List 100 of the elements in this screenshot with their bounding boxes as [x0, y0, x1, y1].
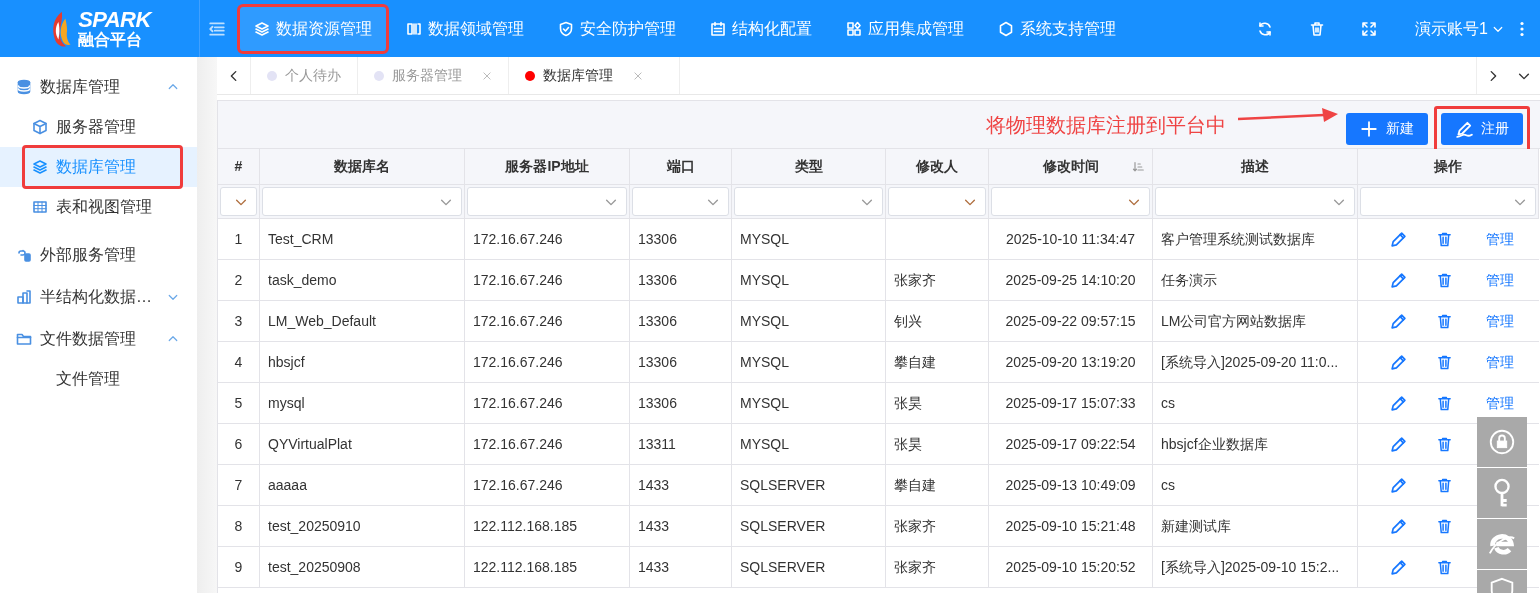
table-cell: 2025-09-10 15:20:52: [989, 547, 1153, 588]
edit-icon[interactable]: [1390, 312, 1407, 330]
plus-icon: [1360, 119, 1378, 138]
delete-icon[interactable]: [1437, 231, 1452, 247]
floating-tool-button[interactable]: [1477, 570, 1527, 593]
delete-icon[interactable]: [1437, 395, 1452, 411]
table-cell: 9: [218, 547, 260, 588]
page-tab[interactable]: 服务器管理: [358, 57, 509, 94]
table-cell: 13306: [630, 383, 732, 424]
table-cell: 172.16.67.246: [465, 219, 630, 260]
delete-icon[interactable]: [1437, 559, 1452, 575]
manage-link[interactable]: 管理: [1486, 269, 1514, 291]
floating-tool-button[interactable]: [1477, 417, 1527, 467]
table-cell: MYSQL: [732, 424, 886, 465]
close-icon[interactable]: [633, 70, 643, 81]
table-cell: 172.16.67.246: [465, 342, 630, 383]
manage-link[interactable]: 管理: [1486, 228, 1514, 250]
sidebar-item[interactable]: 服务器管理: [0, 107, 197, 147]
table-cell: 2025-09-13 10:49:09: [989, 465, 1153, 506]
close-icon[interactable]: [482, 70, 492, 81]
edit-icon[interactable]: [1390, 558, 1407, 576]
sidebar-item[interactable]: 表和视图管理: [0, 187, 197, 227]
new-button[interactable]: 新建: [1346, 112, 1428, 145]
table-cell: 2025-09-10 15:21:48: [989, 506, 1153, 547]
table-cell: 2025-09-17 15:07:33: [989, 383, 1153, 424]
grid-icon: [406, 20, 422, 37]
pen-icon: [1455, 119, 1473, 138]
edit-icon[interactable]: [1390, 435, 1407, 453]
edit-icon[interactable]: [1390, 476, 1407, 494]
table-cell: 122.112.168.185: [465, 547, 630, 588]
menu-collapse-icon[interactable]: [208, 19, 226, 38]
table-cell: [系统导入]2025-09-10 15:2...: [1153, 547, 1358, 588]
user-menu[interactable]: 演示账号1: [1415, 16, 1504, 41]
manage-link[interactable]: 管理: [1486, 392, 1514, 414]
delete-icon[interactable]: [1437, 518, 1452, 534]
table-cell: 1: [218, 219, 260, 260]
delete-icon[interactable]: [1437, 313, 1452, 329]
column-header: 修改时间: [989, 149, 1153, 185]
top-nav-tab[interactable]: 应用集成管理: [832, 6, 978, 51]
edit-icon[interactable]: [1390, 271, 1407, 289]
folder-icon: [16, 331, 32, 347]
edit-icon[interactable]: [1390, 394, 1407, 412]
table-cell: 张家齐: [886, 260, 989, 301]
table-cell: aaaaa: [260, 465, 465, 506]
floating-tool-button[interactable]: [1477, 468, 1527, 518]
sort-icon[interactable]: [1132, 160, 1144, 173]
top-nav-tab[interactable]: 数据领域管理: [392, 6, 538, 51]
top-nav-tab[interactable]: 安全防护管理: [544, 6, 690, 51]
sidebar-item[interactable]: 文件数据管理: [0, 319, 197, 359]
delete-icon[interactable]: [1437, 272, 1452, 288]
table-cell: 攀自建: [886, 342, 989, 383]
page-tab[interactable]: 个人待办: [251, 57, 358, 94]
page-tab[interactable]: 数据库管理: [509, 57, 680, 94]
delete-icon[interactable]: [1437, 477, 1452, 493]
table-cell: 172.16.67.246: [465, 424, 630, 465]
fullscreen-icon[interactable]: [1361, 20, 1378, 37]
trash-icon[interactable]: [1309, 20, 1326, 37]
refresh-icon[interactable]: [1257, 20, 1274, 37]
table-cell: 2025-09-25 14:10:20: [989, 260, 1153, 301]
sidebar-item[interactable]: 数据库管理: [0, 67, 197, 107]
manage-link[interactable]: 管理: [1486, 351, 1514, 373]
top-nav-tab[interactable]: 数据资源管理: [240, 6, 386, 51]
blocks-icon: [16, 289, 32, 305]
table-cell: 13306: [630, 260, 732, 301]
layers-icon: [254, 20, 270, 37]
more-icon[interactable]: [1520, 20, 1524, 37]
sidebar-item[interactable]: 外部服务管理: [0, 235, 197, 275]
delete-icon[interactable]: [1437, 354, 1452, 370]
table-cell: 张家齐: [886, 547, 989, 588]
table-cell: 客户管理系统测试数据库: [1153, 219, 1358, 260]
lock-icon: [1487, 427, 1517, 457]
table-cell: 2: [218, 260, 260, 301]
table-cell: 2025-10-10 11:34:47: [989, 219, 1153, 260]
top-nav-tab[interactable]: 结构化配置: [696, 6, 826, 51]
column-header: 类型: [732, 149, 886, 185]
table-cell: 张昊: [886, 424, 989, 465]
table-cell: 172.16.67.246: [465, 301, 630, 342]
delete-icon[interactable]: [1437, 436, 1452, 452]
table-cell: MYSQL: [732, 301, 886, 342]
table-cell: 8: [218, 506, 260, 547]
table-cell: MYSQL: [732, 219, 886, 260]
table-cell: 2025-09-20 13:19:20: [989, 342, 1153, 383]
floating-tool-button[interactable]: [1477, 519, 1527, 569]
edit-icon[interactable]: [1390, 353, 1407, 371]
logo-subtitle: 融合平台: [78, 32, 144, 48]
top-nav-tab[interactable]: 系统支持管理: [984, 6, 1130, 51]
table-cell: 1433: [630, 547, 732, 588]
edit-icon[interactable]: [1390, 230, 1407, 248]
table-cell: MYSQL: [732, 383, 886, 424]
sidebar-item[interactable]: 文件管理: [0, 359, 197, 399]
table-cell: MYSQL: [732, 342, 886, 383]
table-cell: 13306: [630, 219, 732, 260]
register-button[interactable]: 注册: [1441, 112, 1523, 145]
annotation-text: 将物理数据库注册到平台中: [986, 112, 1226, 138]
manage-link[interactable]: 管理: [1486, 310, 1514, 332]
edit-icon[interactable]: [1390, 517, 1407, 535]
table-cell: SQLSERVER: [732, 506, 886, 547]
sidebar-item[interactable]: 数据库管理: [0, 147, 197, 187]
table-cell: Test_CRM: [260, 219, 465, 260]
sidebar-item[interactable]: 半结构化数据…: [0, 277, 197, 317]
